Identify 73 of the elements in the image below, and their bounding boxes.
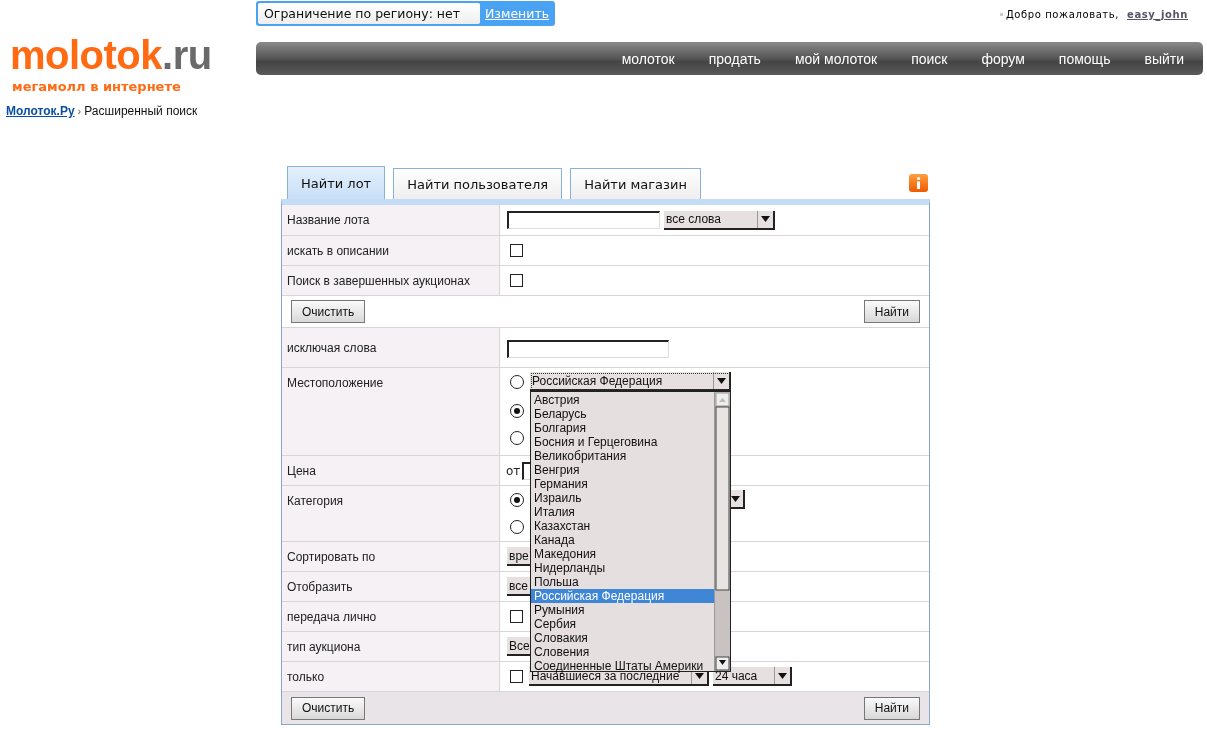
list-option[interactable]: Российская Федерация — [531, 589, 714, 603]
field-label: искать в описании — [282, 236, 500, 265]
clear-button[interactable]: Очистить — [291, 696, 366, 720]
field-label: Цена — [282, 456, 500, 485]
caret-icon — [778, 672, 787, 679]
field-label: Сортировать по — [282, 542, 500, 571]
nav-link[interactable]: помощь — [1041, 50, 1128, 67]
text-field[interactable] — [507, 211, 660, 229]
field-label: Поиск в завершенных аукционах — [282, 266, 500, 295]
list-option[interactable]: Австрия — [531, 393, 714, 407]
nav-link[interactable]: продать — [691, 50, 778, 67]
field-label: исключая слова — [282, 328, 500, 367]
radio-button[interactable] — [510, 520, 524, 534]
list-option[interactable]: Венгрия — [531, 463, 714, 477]
nav-link[interactable]: выйти — [1127, 50, 1201, 67]
breadcrumb-separator: › — [77, 105, 82, 117]
tab[interactable]: Найти пользователя — [393, 168, 563, 199]
list-option[interactable]: Словакия — [531, 631, 714, 645]
field-label: только — [282, 662, 500, 691]
checkbox[interactable] — [510, 244, 523, 257]
tab[interactable]: Найти магазин — [570, 168, 701, 199]
field-label: Название лота — [282, 205, 500, 235]
field-label: передача лично — [282, 602, 500, 631]
text-field[interactable] — [507, 339, 669, 358]
list-option[interactable]: Германия — [531, 477, 714, 491]
checkbox[interactable] — [510, 670, 523, 683]
welcome-text: Добро пожаловать, — [1005, 9, 1120, 20]
find-button[interactable]: Найти — [863, 300, 920, 323]
logo-tagline: мегамолл в интернете — [12, 79, 181, 95]
breadcrumb-current: Расширенный поиск — [84, 104, 198, 118]
list-option[interactable]: Македония — [531, 547, 714, 561]
tab[interactable]: Найти лот — [287, 166, 386, 199]
breadcrumb-link[interactable]: Молоток.Ру — [6, 104, 75, 118]
caret-icon — [717, 377, 726, 384]
info-icon[interactable] — [909, 174, 928, 192]
list-option[interactable]: Беларусь — [531, 407, 714, 421]
caret-icon — [761, 216, 770, 222]
region-label: Ограничение по региону: нет — [258, 3, 480, 24]
list-option[interactable]: Польша — [531, 575, 714, 589]
bullet-icon — [999, 13, 1003, 16]
checkbox[interactable] — [510, 610, 523, 623]
field-label: Отобразить — [282, 572, 500, 601]
radio-button[interactable] — [510, 431, 524, 445]
caret-icon — [731, 495, 740, 502]
dropdown[interactable]: все слова — [664, 210, 775, 230]
list-option[interactable]: Великобритания — [531, 449, 714, 463]
list-option[interactable]: Сербия — [531, 617, 714, 631]
list-option[interactable]: Казахстан — [531, 519, 714, 533]
list-option[interactable]: Канада — [531, 533, 714, 547]
list-option[interactable]: Болгария — [531, 421, 714, 435]
nav-link[interactable]: молоток — [604, 50, 692, 67]
list-option[interactable]: Италия — [531, 505, 714, 519]
radio-button[interactable] — [510, 404, 524, 418]
clear-button[interactable]: Очистить — [291, 300, 366, 323]
nav-link[interactable]: мой молоток — [777, 50, 895, 67]
field-label: тип аукциона — [282, 632, 500, 661]
nav-link[interactable]: поиск — [894, 50, 965, 67]
field-label: Категория — [282, 486, 500, 541]
radio-button[interactable] — [510, 492, 524, 507]
find-button[interactable]: Найти — [863, 696, 920, 720]
nav-link[interactable]: форум — [964, 50, 1042, 67]
username-link[interactable]: easy_john — [1127, 9, 1188, 20]
checkbox[interactable] — [510, 274, 523, 287]
list-option[interactable]: Израиль — [531, 491, 714, 505]
field-label: Местоположение — [282, 368, 500, 455]
scrollbar[interactable] — [714, 392, 730, 671]
logo[interactable]: molotok.ru — [10, 34, 212, 76]
radio-button[interactable] — [510, 374, 524, 389]
price-from-label: от — [506, 463, 521, 478]
list-option[interactable]: Нидерланды — [531, 561, 714, 575]
list-option[interactable]: Босния и Герцеговина — [531, 435, 714, 449]
list-option[interactable]: Словения — [531, 645, 714, 659]
list-option[interactable]: Румыния — [531, 603, 714, 617]
